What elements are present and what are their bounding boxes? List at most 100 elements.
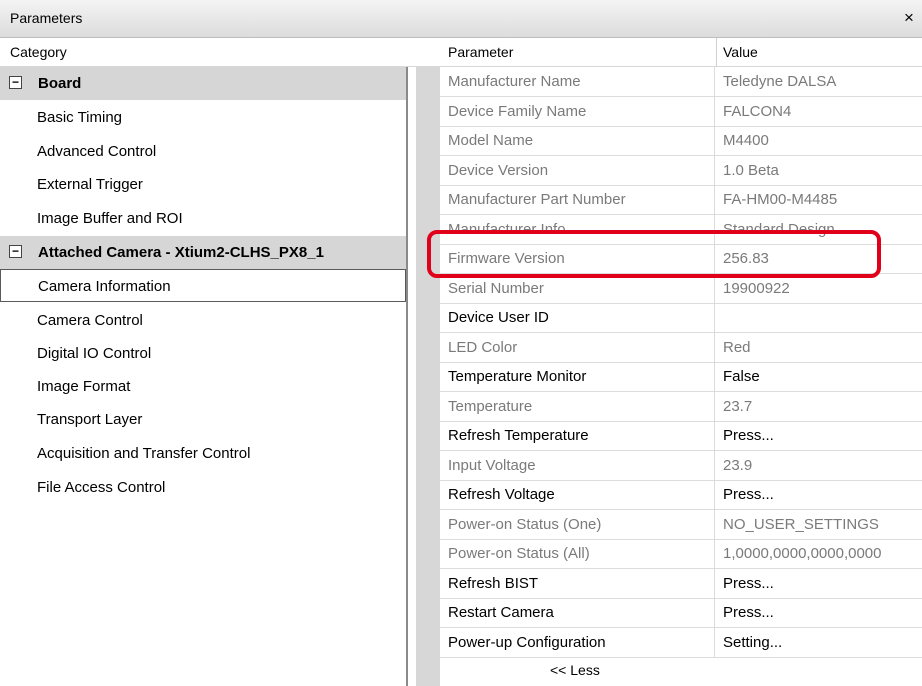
parameter-row[interactable]: Serial Number 19900922 bbox=[440, 273, 922, 304]
category-label: Camera Information bbox=[38, 278, 171, 295]
less-row: << Less bbox=[440, 657, 922, 686]
value-column-header[interactable]: Value bbox=[723, 44, 758, 60]
category-label: External Trigger bbox=[37, 176, 143, 193]
column-separator bbox=[714, 303, 715, 333]
parameter-name: Power-on Status (One) bbox=[448, 515, 602, 533]
category-item[interactable]: External Trigger bbox=[0, 168, 406, 201]
parameter-value: 1,0000,0000,0000,0000 bbox=[723, 545, 882, 562]
parameter-row[interactable]: Refresh BIST Press... bbox=[440, 568, 922, 599]
parameter-value[interactable]: Press... bbox=[723, 604, 774, 621]
collapse-icon[interactable]: − bbox=[9, 76, 22, 89]
parameter-row[interactable]: Manufacturer Part Number FA-HM00-M4485 bbox=[440, 185, 922, 215]
close-icon[interactable]: × bbox=[898, 5, 920, 31]
collapse-icon[interactable]: − bbox=[9, 245, 22, 258]
window-title: Parameters bbox=[10, 10, 83, 26]
category-label: Attached Camera - Xtium2-CLHS_PX8_1 bbox=[38, 244, 324, 261]
parameter-value: NO_USER_SETTINGS bbox=[723, 515, 879, 533]
category-item[interactable]: Image Format bbox=[0, 370, 406, 403]
column-separator bbox=[714, 509, 715, 540]
category-item[interactable]: File Access Control bbox=[0, 471, 406, 504]
column-separator bbox=[714, 185, 715, 215]
column-separator bbox=[714, 539, 715, 569]
parameter-name: Refresh Voltage bbox=[448, 486, 555, 503]
category-group[interactable]: − Board bbox=[0, 67, 406, 100]
parameter-row[interactable]: Refresh Temperature Press... bbox=[440, 421, 922, 451]
category-label: Digital IO Control bbox=[37, 345, 152, 362]
parameter-row[interactable]: Input Voltage 23.9 bbox=[440, 450, 922, 481]
parameter-value: Teledyne DALSA bbox=[723, 73, 837, 90]
firmware-version-highlight bbox=[427, 230, 881, 278]
parameter-row[interactable]: Manufacturer Name Teledyne DALSA bbox=[440, 67, 922, 97]
parameter-name: Input Voltage bbox=[448, 456, 536, 474]
parameter-row[interactable]: Model Name M4400 bbox=[440, 126, 922, 156]
column-separator bbox=[714, 126, 715, 156]
category-column-header[interactable]: Category bbox=[10, 44, 67, 60]
column-separator bbox=[714, 155, 715, 186]
column-separator bbox=[714, 273, 715, 304]
parameter-name: Power-on Status (All) bbox=[448, 545, 590, 562]
parameter-value[interactable]: Press... bbox=[723, 486, 774, 503]
category-label: Image Buffer and ROI bbox=[37, 210, 183, 227]
category-item[interactable]: Digital IO Control bbox=[0, 337, 406, 370]
parameter-row[interactable]: Refresh Voltage Press... bbox=[440, 480, 922, 510]
parameter-row[interactable]: Temperature 23.7 bbox=[440, 391, 922, 422]
parameter-value: M4400 bbox=[723, 132, 769, 149]
parameter-name: Manufacturer Part Number bbox=[448, 191, 626, 208]
column-separator bbox=[714, 568, 715, 599]
parameter-row[interactable]: Device Version 1.0 Beta bbox=[440, 155, 922, 186]
column-separator bbox=[714, 96, 715, 127]
column-separator bbox=[714, 598, 715, 628]
parameter-value: 1.0 Beta bbox=[723, 161, 779, 179]
category-label: Camera Control bbox=[37, 312, 143, 329]
parameter-name: Device Version bbox=[448, 161, 549, 179]
parameter-name: LED Color bbox=[448, 338, 518, 356]
parameter-row[interactable]: Power-up Configuration Setting... bbox=[440, 627, 922, 658]
parameter-row[interactable]: Restart Camera Press... bbox=[440, 598, 922, 628]
parameter-row[interactable]: Device User ID bbox=[440, 303, 922, 333]
parameter-column-header[interactable]: Parameter bbox=[448, 44, 513, 60]
category-item[interactable]: Transport Layer bbox=[0, 403, 406, 436]
category-label: Advanced Control bbox=[37, 143, 157, 160]
parameter-name: Restart Camera bbox=[448, 604, 554, 621]
parameter-value: 23.9 bbox=[723, 456, 753, 474]
parameter-name: Temperature bbox=[448, 397, 533, 415]
parameter-value[interactable]: Press... bbox=[723, 427, 774, 444]
category-item[interactable]: Basic Timing bbox=[0, 101, 406, 134]
parameter-value: FA-HM00-M4485 bbox=[723, 191, 838, 208]
parameter-name: Temperature Monitor bbox=[448, 368, 587, 385]
category-label: Basic Timing bbox=[37, 109, 123, 126]
column-separator bbox=[714, 67, 715, 97]
category-item[interactable]: Camera Control bbox=[0, 304, 406, 337]
parameter-name: Refresh BIST bbox=[448, 574, 539, 592]
category-item[interactable]: Acquisition and Transfer Control bbox=[0, 437, 406, 470]
parameter-row[interactable]: Power-on Status (One) NO_USER_SETTINGS bbox=[440, 509, 922, 540]
category-label: File Access Control bbox=[37, 479, 166, 496]
column-separator bbox=[714, 450, 715, 481]
parameter-value[interactable]: False bbox=[723, 368, 760, 385]
category-label: Image Format bbox=[37, 378, 131, 395]
parameter-name: Manufacturer Name bbox=[448, 73, 581, 90]
parameter-value[interactable]: Setting... bbox=[723, 634, 782, 651]
parameter-row[interactable]: Temperature Monitor False bbox=[440, 362, 922, 392]
less-button[interactable]: << Less bbox=[550, 662, 600, 678]
column-divider[interactable] bbox=[716, 38, 717, 67]
column-separator bbox=[714, 391, 715, 422]
parameter-name: Model Name bbox=[448, 132, 534, 149]
parameter-value[interactable]: Press... bbox=[723, 575, 774, 592]
parameter-name: Serial Number bbox=[448, 279, 544, 297]
column-separator bbox=[714, 421, 715, 451]
parameter-row[interactable]: Device Family Name FALCON4 bbox=[440, 96, 922, 127]
parameter-name: Refresh Temperature bbox=[448, 427, 589, 444]
parameter-row[interactable]: Power-on Status (All) 1,0000,0000,0000,00… bbox=[440, 539, 922, 569]
category-item[interactable]: Camera Information bbox=[0, 269, 406, 302]
parameter-name: Power-up Configuration bbox=[448, 633, 606, 651]
column-headers: Category Parameter Value bbox=[0, 38, 922, 67]
parameter-value: FALCON4 bbox=[723, 102, 792, 120]
column-separator bbox=[714, 332, 715, 363]
category-label: Transport Layer bbox=[37, 411, 143, 428]
category-group[interactable]: − Attached Camera - Xtium2-CLHS_PX8_1 bbox=[0, 236, 406, 269]
category-item[interactable]: Advanced Control bbox=[0, 135, 406, 168]
parameter-row[interactable]: LED Color Red bbox=[440, 332, 922, 363]
category-item[interactable]: Image Buffer and ROI bbox=[0, 202, 406, 235]
parameter-value: 23.7 bbox=[723, 397, 753, 415]
